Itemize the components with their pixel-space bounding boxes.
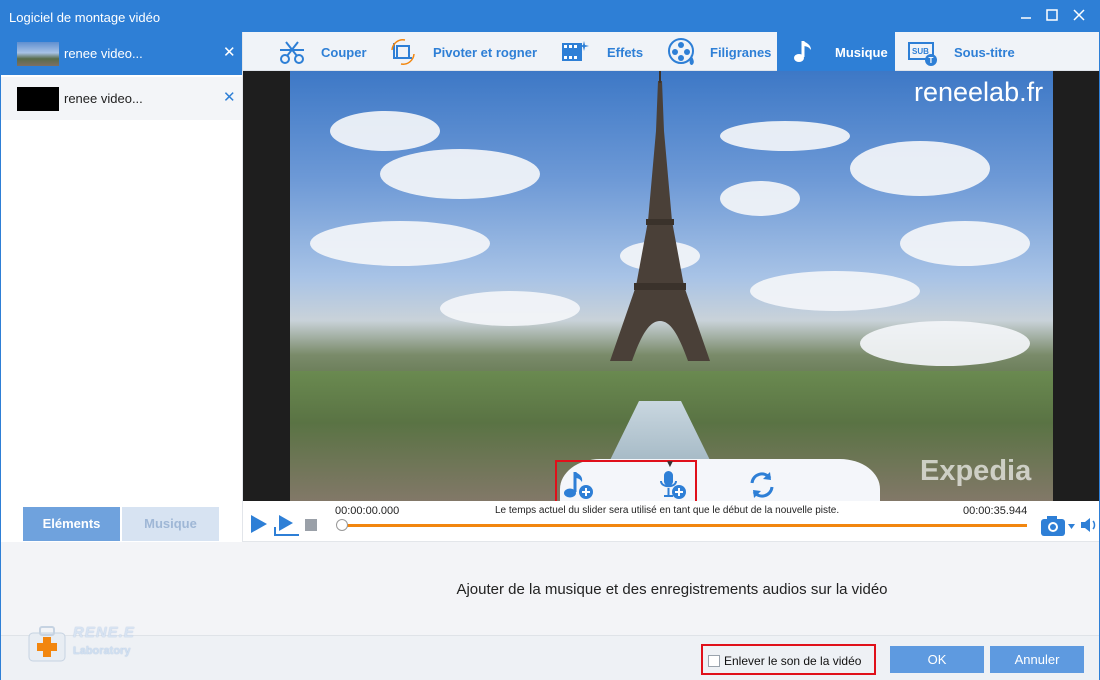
- timeline-hint: Le temps actuel du slider sera utilisé e…: [495, 505, 840, 516]
- tab-label: Pivoter et rogner: [433, 45, 538, 60]
- status-message: Ajouter de la musique et des enregistrem…: [456, 581, 888, 598]
- renee-logo: RENE.E Laboratory: [25, 623, 165, 663]
- file-name: renee video...: [64, 46, 143, 61]
- tab-couper[interactable]: Couper: [273, 32, 383, 71]
- music-note-icon: [794, 41, 811, 62]
- svg-text:T: T: [929, 56, 934, 65]
- tab-elements[interactable]: Eléments: [23, 507, 120, 541]
- maximize-icon[interactable]: [1040, 5, 1064, 27]
- add-recording-icon[interactable]: [655, 468, 689, 502]
- tab-label: Filigranes: [710, 45, 772, 60]
- total-time: 00:00:35.944: [963, 505, 1028, 517]
- expedia-logo: Expedia: [920, 455, 1032, 487]
- play-icon[interactable]: [249, 513, 269, 535]
- tab-label: Couper: [321, 45, 367, 60]
- logo-title: RENE.E: [73, 624, 135, 641]
- eiffel-tower: [610, 71, 710, 361]
- file-item-2[interactable]: renee video... ✕: [1, 77, 242, 120]
- checkbox[interactable]: [708, 655, 720, 667]
- video-frame: reneelab.fr Expedia: [290, 71, 1053, 501]
- file-name: renee video...: [64, 91, 143, 106]
- tab-filigranes[interactable]: Filigranes: [667, 32, 777, 71]
- effects-icon: [562, 41, 589, 61]
- cut-icon: [280, 41, 304, 64]
- timeline-track[interactable]: [339, 524, 1027, 527]
- file-item-1[interactable]: renee video... ✕: [1, 32, 242, 75]
- logo-subtitle: Laboratory: [73, 645, 131, 657]
- remove-file-icon[interactable]: ✕: [223, 88, 236, 106]
- tab-label: Sous-titre: [954, 45, 1015, 60]
- cancel-button[interactable]: Annuler: [990, 646, 1084, 673]
- svg-text:SUB: SUB: [912, 47, 929, 56]
- replace-audio-icon[interactable]: [745, 468, 779, 502]
- volume-icon[interactable]: [1079, 516, 1099, 534]
- video-preview: reneelab.fr Expedia: [243, 71, 1099, 501]
- stop-icon[interactable]: [305, 519, 317, 531]
- tab-musique[interactable]: Musique: [777, 32, 895, 71]
- tab-sous-titre[interactable]: SUB T Sous-titre: [907, 32, 1027, 71]
- close-icon[interactable]: [1067, 5, 1091, 27]
- current-time: 00:00:00.000: [335, 505, 400, 517]
- watermark-icon: [668, 38, 694, 65]
- reneelab-watermark: reneelab.fr: [914, 77, 1044, 107]
- tab-effets[interactable]: Effets: [559, 32, 651, 71]
- tab-label: Effets: [607, 45, 644, 60]
- snapshot-camera-icon[interactable]: [1040, 515, 1076, 537]
- minimize-icon[interactable]: [1014, 5, 1038, 27]
- timeline-slider-handle[interactable]: [336, 519, 348, 531]
- app-window: Logiciel de montage vidéo renee video...…: [0, 0, 1100, 680]
- left-tabs: Eléments Musique: [23, 507, 219, 541]
- file-list-pane: renee video... ✕ renee video... ✕ Elémen…: [1, 32, 243, 542]
- tab-pivoter-rogner[interactable]: Pivoter et rogner: [388, 32, 548, 71]
- mute-video-checkbox[interactable]: Enlever le son de la vidéo: [701, 644, 876, 675]
- subtitle-icon: SUB T: [908, 42, 937, 66]
- remove-file-icon[interactable]: ✕: [223, 43, 236, 61]
- rotate-crop-icon: [391, 39, 415, 65]
- first-aid-logo-icon: [28, 626, 66, 662]
- tab-label: Musique: [835, 45, 888, 60]
- title-bar: Logiciel de montage vidéo: [1, 1, 1099, 32]
- mute-label: Enlever le son de la vidéo: [724, 654, 862, 668]
- tab-music-list[interactable]: Musique: [122, 507, 219, 541]
- window-title: Logiciel de montage vidéo: [9, 10, 161, 25]
- add-music-icon[interactable]: [562, 468, 596, 502]
- video-thumbnail: [17, 42, 59, 66]
- edit-toolbar: Couper Pivoter et rogner Effets Filigran…: [243, 32, 1099, 71]
- timeline-bar: 00:00:00.000 Le temps actuel du slider s…: [243, 501, 1099, 542]
- video-thumbnail: [17, 87, 59, 111]
- play-from-start-icon[interactable]: [273, 513, 301, 537]
- ok-button[interactable]: OK: [890, 646, 984, 673]
